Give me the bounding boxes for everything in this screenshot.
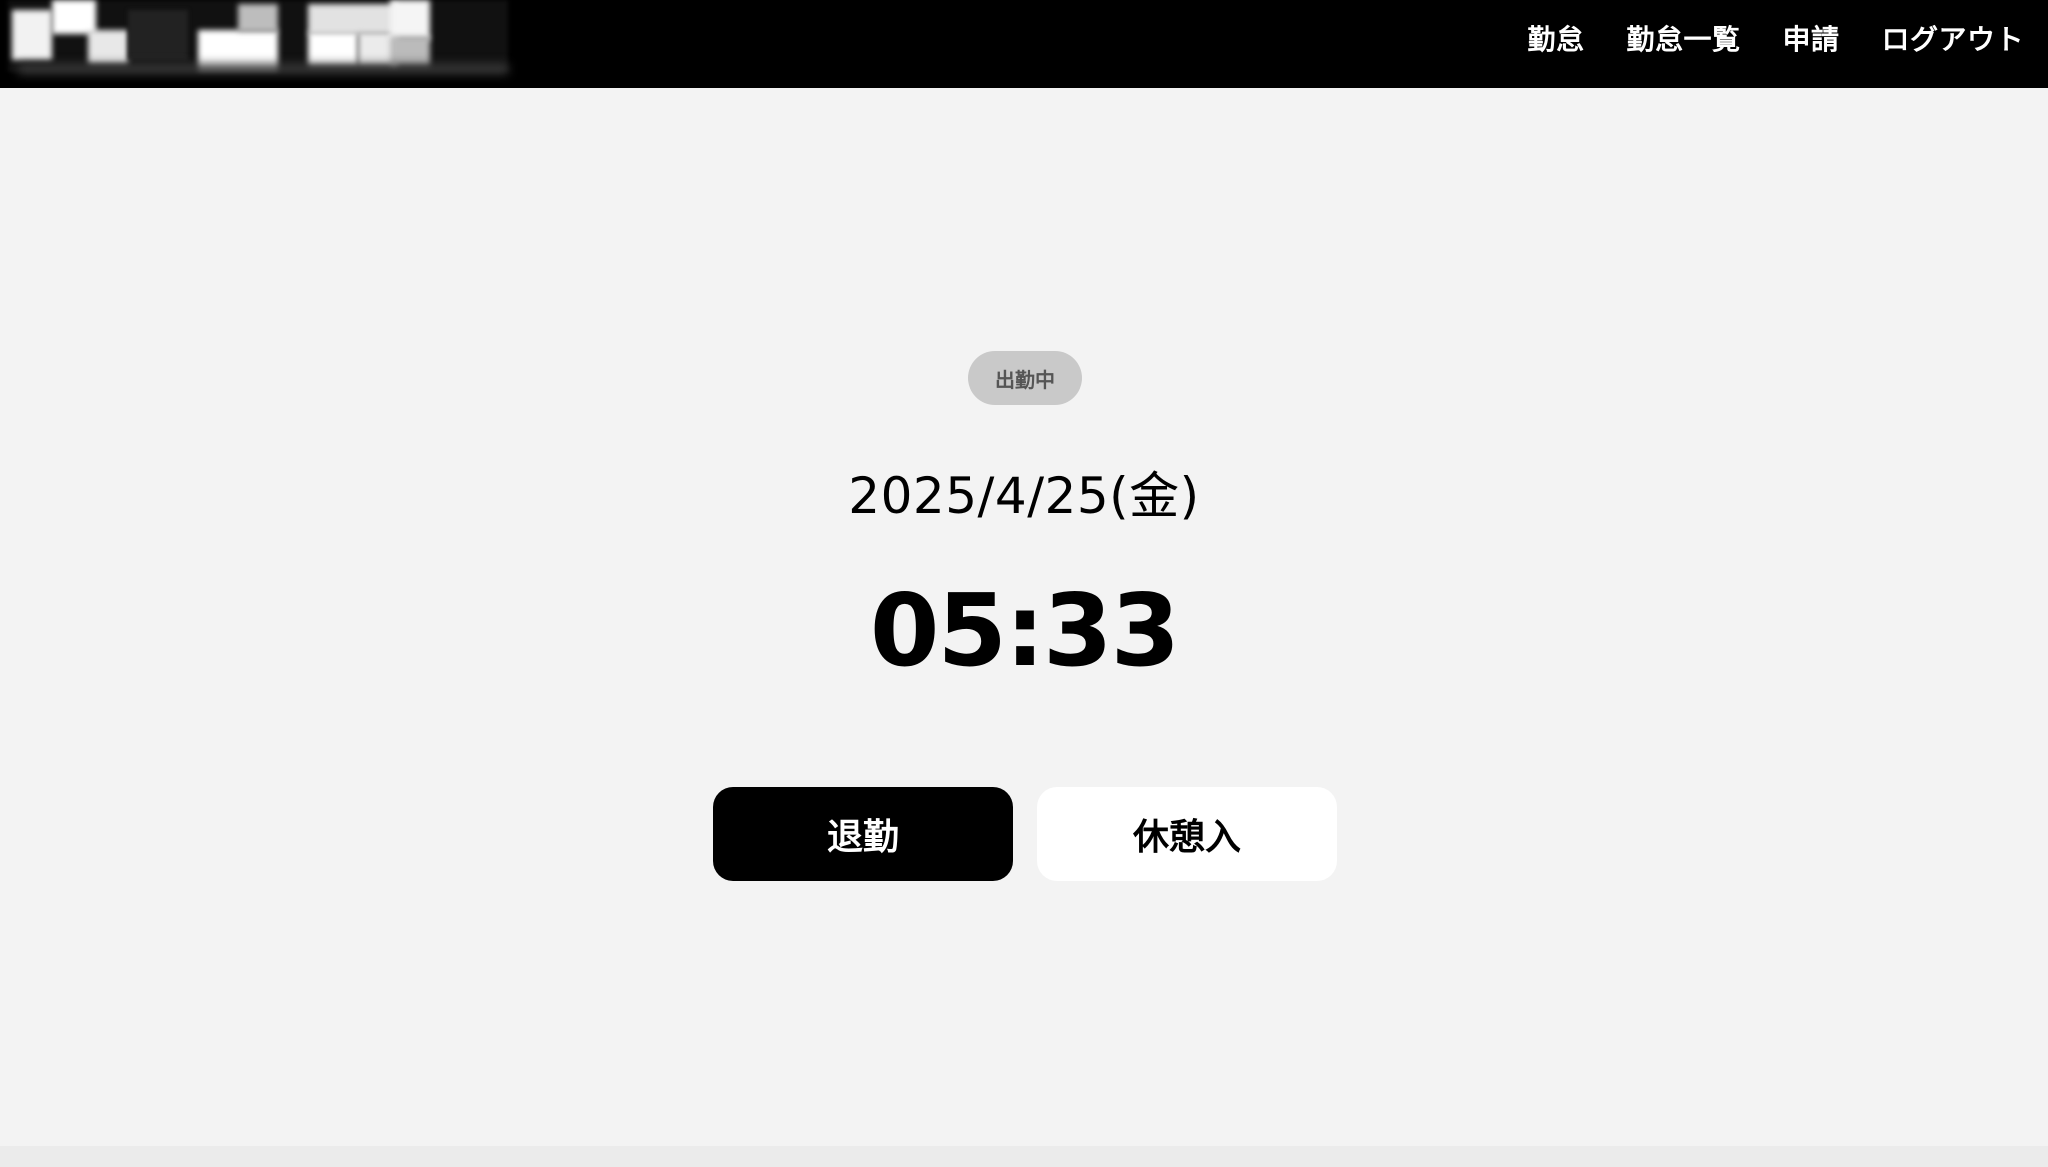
footer-divider [0, 1146, 2048, 1167]
current-time: 05:33 [869, 572, 1180, 689]
main-nav: 勤怠 勤怠一覧 申請 ログアウト [1527, 0, 2024, 76]
status-badge: 出勤中 [968, 351, 1082, 405]
break-start-button[interactable]: 休憩入 [1037, 787, 1337, 881]
nav-logout[interactable]: ログアウト [1881, 18, 2024, 58]
current-date: 2025/4/25(金) [848, 467, 1200, 525]
nav-requests[interactable]: 申請 [1782, 18, 1839, 58]
logo[interactable] [8, 0, 508, 80]
top-header: 勤怠 勤怠一覧 申請 ログアウト [0, 0, 2048, 88]
nav-attendance-list[interactable]: 勤怠一覧 [1626, 18, 1740, 58]
nav-attendance[interactable]: 勤怠 [1527, 18, 1584, 58]
clock-out-button[interactable]: 退勤 [713, 787, 1013, 881]
